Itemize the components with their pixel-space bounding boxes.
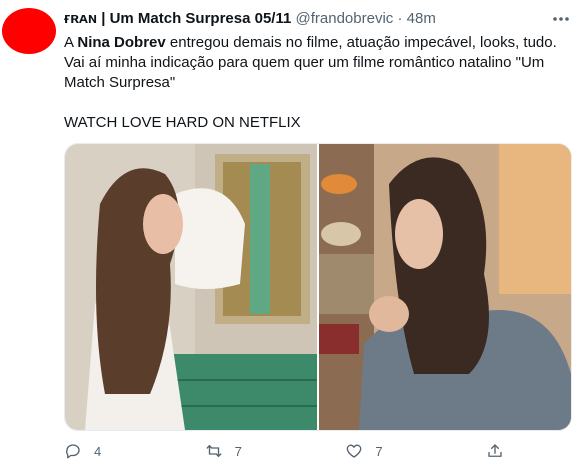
tweet-body: A Nina Dobrev entregou demais no filme, …: [64, 33, 569, 93]
share-button[interactable]: [486, 438, 504, 464]
share-icon: [488, 444, 502, 457]
display-name[interactable]: ғʀᴀɴ | Um Match Surpresa 05/11: [64, 10, 291, 27]
tweet-text-bold: Nina Dobrev: [77, 34, 166, 51]
tweet-header: ғʀᴀɴ | Um Match Surpresa 05/11 @frandobr…: [64, 10, 566, 28]
retweet-count: 7: [234, 443, 242, 459]
retweet-icon: [206, 445, 222, 457]
more-icon[interactable]: [550, 10, 572, 28]
user-handle[interactable]: @frandobrevic: [296, 10, 394, 27]
media-grid: [64, 143, 572, 431]
avatar[interactable]: [2, 8, 56, 54]
tweet-actions: 4 7 7: [64, 438, 504, 464]
tweet-text: A Nina Dobrev entregou demais no filme, …: [64, 33, 569, 133]
reply-button[interactable]: 4: [64, 438, 101, 464]
like-icon: [346, 444, 362, 458]
reply-icon: [66, 444, 80, 459]
tweet-text-part1: A: [64, 34, 78, 51]
retweet-button[interactable]: 7: [205, 438, 242, 464]
like-count: 7: [375, 443, 383, 459]
separator-dot: ·: [397, 10, 403, 27]
photo-right[interactable]: [319, 144, 571, 430]
photo-left[interactable]: [65, 144, 317, 430]
like-button[interactable]: 7: [345, 438, 383, 464]
timestamp[interactable]: 48m: [407, 10, 436, 27]
reply-count: 4: [94, 443, 102, 459]
tweet-text-line2: WATCH LOVE HARD ON NETFLIX: [64, 114, 301, 131]
